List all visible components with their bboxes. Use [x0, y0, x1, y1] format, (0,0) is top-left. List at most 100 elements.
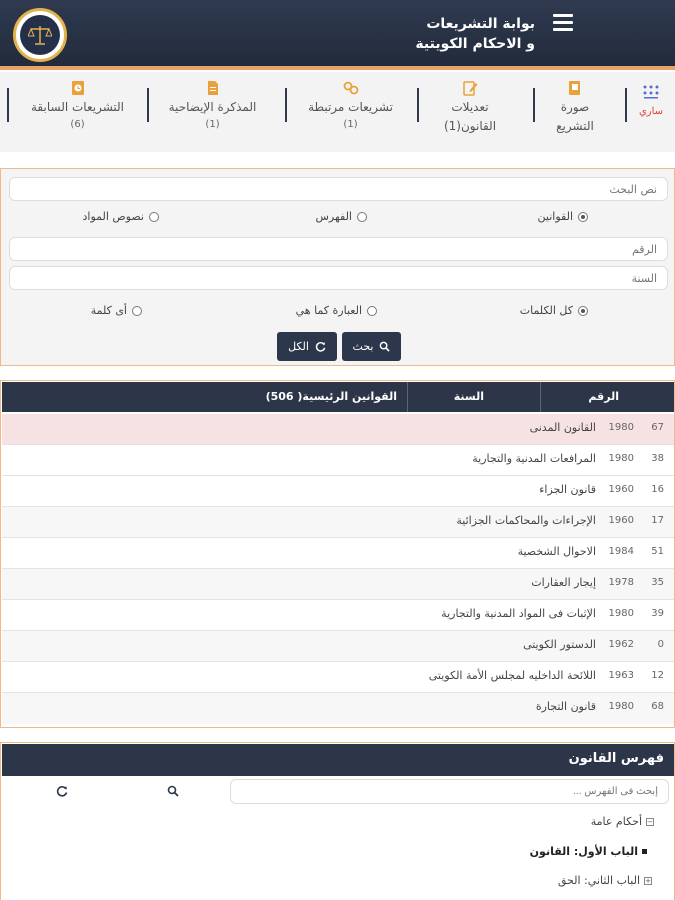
radio-circle	[357, 211, 367, 222]
tab-legislation-image-label: صورة	[560, 100, 590, 114]
radio-match-exact-phrase-label: العبارة كما هي	[295, 304, 362, 317]
index-refresh-icon[interactable]	[56, 785, 68, 797]
radio-circle	[578, 211, 588, 222]
row-number: 35	[651, 577, 664, 588]
tab-explanatory-memo-sub: (1)	[205, 119, 220, 130]
table-row[interactable]: 17 1960 الإجراءات والمحاكمات الجزائية	[2, 507, 674, 538]
row-name[interactable]: اللائحة الداخليه لمجلس الأمة الكويتى	[429, 669, 596, 682]
row-number: 67	[651, 422, 664, 433]
tree-item-general-provisions[interactable]: − أحكام عامة	[591, 815, 654, 828]
search-button[interactable]: بحث	[342, 332, 401, 361]
refresh-icon	[315, 341, 326, 352]
show-all-button[interactable]: الكل	[277, 332, 337, 361]
law-number-input[interactable]	[9, 237, 668, 261]
tab-divider	[417, 88, 419, 122]
table-row[interactable]: 51 1984 الاحوال الشخصية	[2, 538, 674, 569]
history-doc-icon	[71, 81, 84, 95]
radio-scope-laws[interactable]: القوانين	[538, 210, 588, 223]
tab-explanatory-memo[interactable]: المذكرة الإيضاحية (1)	[145, 80, 280, 150]
radio-circle	[149, 211, 159, 222]
search-text-input[interactable]	[9, 177, 668, 201]
laws-table: الرقم السنة القوانين الرئيسية( 506) 67 1…	[0, 380, 675, 728]
index-search-icon[interactable]	[167, 785, 179, 797]
scales-logo-icon[interactable]	[13, 8, 67, 62]
row-number: 17	[651, 515, 664, 526]
row-number: 38	[651, 453, 664, 464]
row-year: 1980	[608, 422, 634, 433]
search-panel: القوانين الفهرس نصوص المواد كل الكلمات ا…	[0, 168, 675, 366]
table-header: الرقم السنة القوانين الرئيسية( 506)	[2, 382, 674, 412]
row-number: 68	[651, 701, 664, 712]
row-name[interactable]: الإجراءات والمحاكمات الجزائية	[456, 514, 596, 527]
row-year: 1984	[608, 546, 634, 557]
row-number: 16	[651, 484, 664, 495]
tab-divider	[147, 88, 149, 122]
tree-item-label: أحكام عامة	[590, 815, 642, 828]
header-divider	[540, 382, 541, 412]
tab-previous-legislation[interactable]: التشريعات السابقة (6)	[15, 80, 140, 150]
tab-related-legislation-sub: (1)	[343, 119, 358, 130]
row-name[interactable]: قانون الجزاء	[539, 483, 596, 496]
radio-match-any-word-label: أى كلمة	[90, 304, 127, 317]
app-title: بوابة التشريعات و الاحكام الكويتية	[415, 14, 535, 54]
bullet-icon	[642, 849, 647, 854]
radio-match-any-word[interactable]: أى كلمة	[91, 304, 142, 317]
row-name[interactable]: الإثبات فى المواد المدنية والتجارية	[441, 607, 596, 620]
radio-match-exact-phrase[interactable]: العبارة كما هي	[296, 304, 377, 317]
tree-item-label: الباب الثاني: الحق	[557, 874, 640, 887]
radio-circle	[367, 305, 377, 316]
row-name[interactable]: القانون المدنى	[530, 421, 596, 434]
table-row[interactable]: 68 1980 قانون التجارة	[2, 693, 674, 724]
header-year[interactable]: السنة	[454, 382, 484, 412]
search-icon	[380, 341, 391, 352]
row-name[interactable]: إيجار العقارات	[531, 576, 596, 589]
row-name[interactable]: الاحوال الشخصية	[518, 545, 596, 558]
table-row[interactable]: 39 1980 الإثبات فى المواد المدنية والتجا…	[2, 600, 674, 631]
tab-current[interactable]: ساري	[627, 80, 675, 150]
tab-related-legislation[interactable]: تشريعات مرتبطة (1)	[288, 80, 413, 150]
header-accent-bar	[0, 66, 675, 70]
radio-scope-articles[interactable]: نصوص المواد	[83, 210, 159, 223]
tree-item-chapter-two[interactable]: + الباب الثاني: الحق	[558, 874, 652, 887]
tree-item-chapter-one[interactable]: الباب الأول: القانون	[530, 845, 647, 858]
table-row[interactable]: 12 1963 اللائحة الداخليه لمجلس الأمة الك…	[2, 662, 674, 693]
table-row[interactable]: 67 1980 القانون المدنى	[2, 414, 674, 445]
table-row[interactable]: 38 1980 المرافعات المدنية والتجارية	[2, 445, 674, 476]
hamburger-menu-icon[interactable]	[553, 14, 573, 32]
row-year: 1978	[608, 577, 634, 588]
app-header: بوابة التشريعات و الاحكام الكويتية	[0, 0, 675, 70]
radio-scope-articles-label: نصوص المواد	[82, 210, 144, 223]
row-name[interactable]: قانون التجارة	[536, 700, 596, 713]
row-year: 1980	[608, 701, 634, 712]
radio-match-all-words[interactable]: كل الكلمات	[520, 304, 588, 317]
row-year: 1980	[608, 608, 634, 619]
expand-icon[interactable]: +	[644, 876, 652, 885]
tab-current-label: ساري	[638, 106, 664, 117]
row-year: 1980	[608, 453, 634, 464]
collapse-icon[interactable]: −	[646, 817, 654, 826]
table-row[interactable]: 0 1962 الدستور الكويتى	[2, 631, 674, 662]
tab-legislation-image[interactable]: صورة التشريع	[535, 80, 615, 150]
tab-divider	[625, 88, 627, 122]
tab-legislation-image-sub: التشريع	[556, 119, 594, 133]
tab-divider	[7, 88, 9, 122]
tab-amendments-sub: القانون(1)	[443, 119, 497, 133]
row-name[interactable]: الدستور الكويتى	[523, 638, 596, 651]
link-icon	[343, 81, 358, 95]
memo-doc-icon	[207, 81, 218, 95]
row-name[interactable]: المرافعات المدنية والتجارية	[472, 452, 596, 465]
header-number[interactable]: الرقم	[588, 382, 619, 412]
index-search-input[interactable]	[230, 779, 669, 804]
radio-circle	[578, 305, 588, 316]
row-number: 0	[657, 639, 664, 650]
row-year: 1962	[608, 639, 634, 650]
table-row[interactable]: 35 1978 إيجار العقارات	[2, 569, 674, 600]
radio-scope-index[interactable]: الفهرس	[315, 210, 367, 223]
table-row[interactable]: 16 1960 قانون الجزاء	[2, 476, 674, 507]
edit-doc-icon	[463, 81, 478, 96]
header-name[interactable]: القوانين الرئيسية( 506)	[266, 382, 397, 412]
law-index-panel: فهرس القانون − أحكام عامة الباب الأول: ا…	[0, 742, 675, 900]
title-line-1: بوابة التشريعات	[426, 16, 535, 32]
law-year-input[interactable]	[9, 266, 668, 290]
tab-amendments[interactable]: تعديلات القانون(1)	[415, 80, 525, 150]
